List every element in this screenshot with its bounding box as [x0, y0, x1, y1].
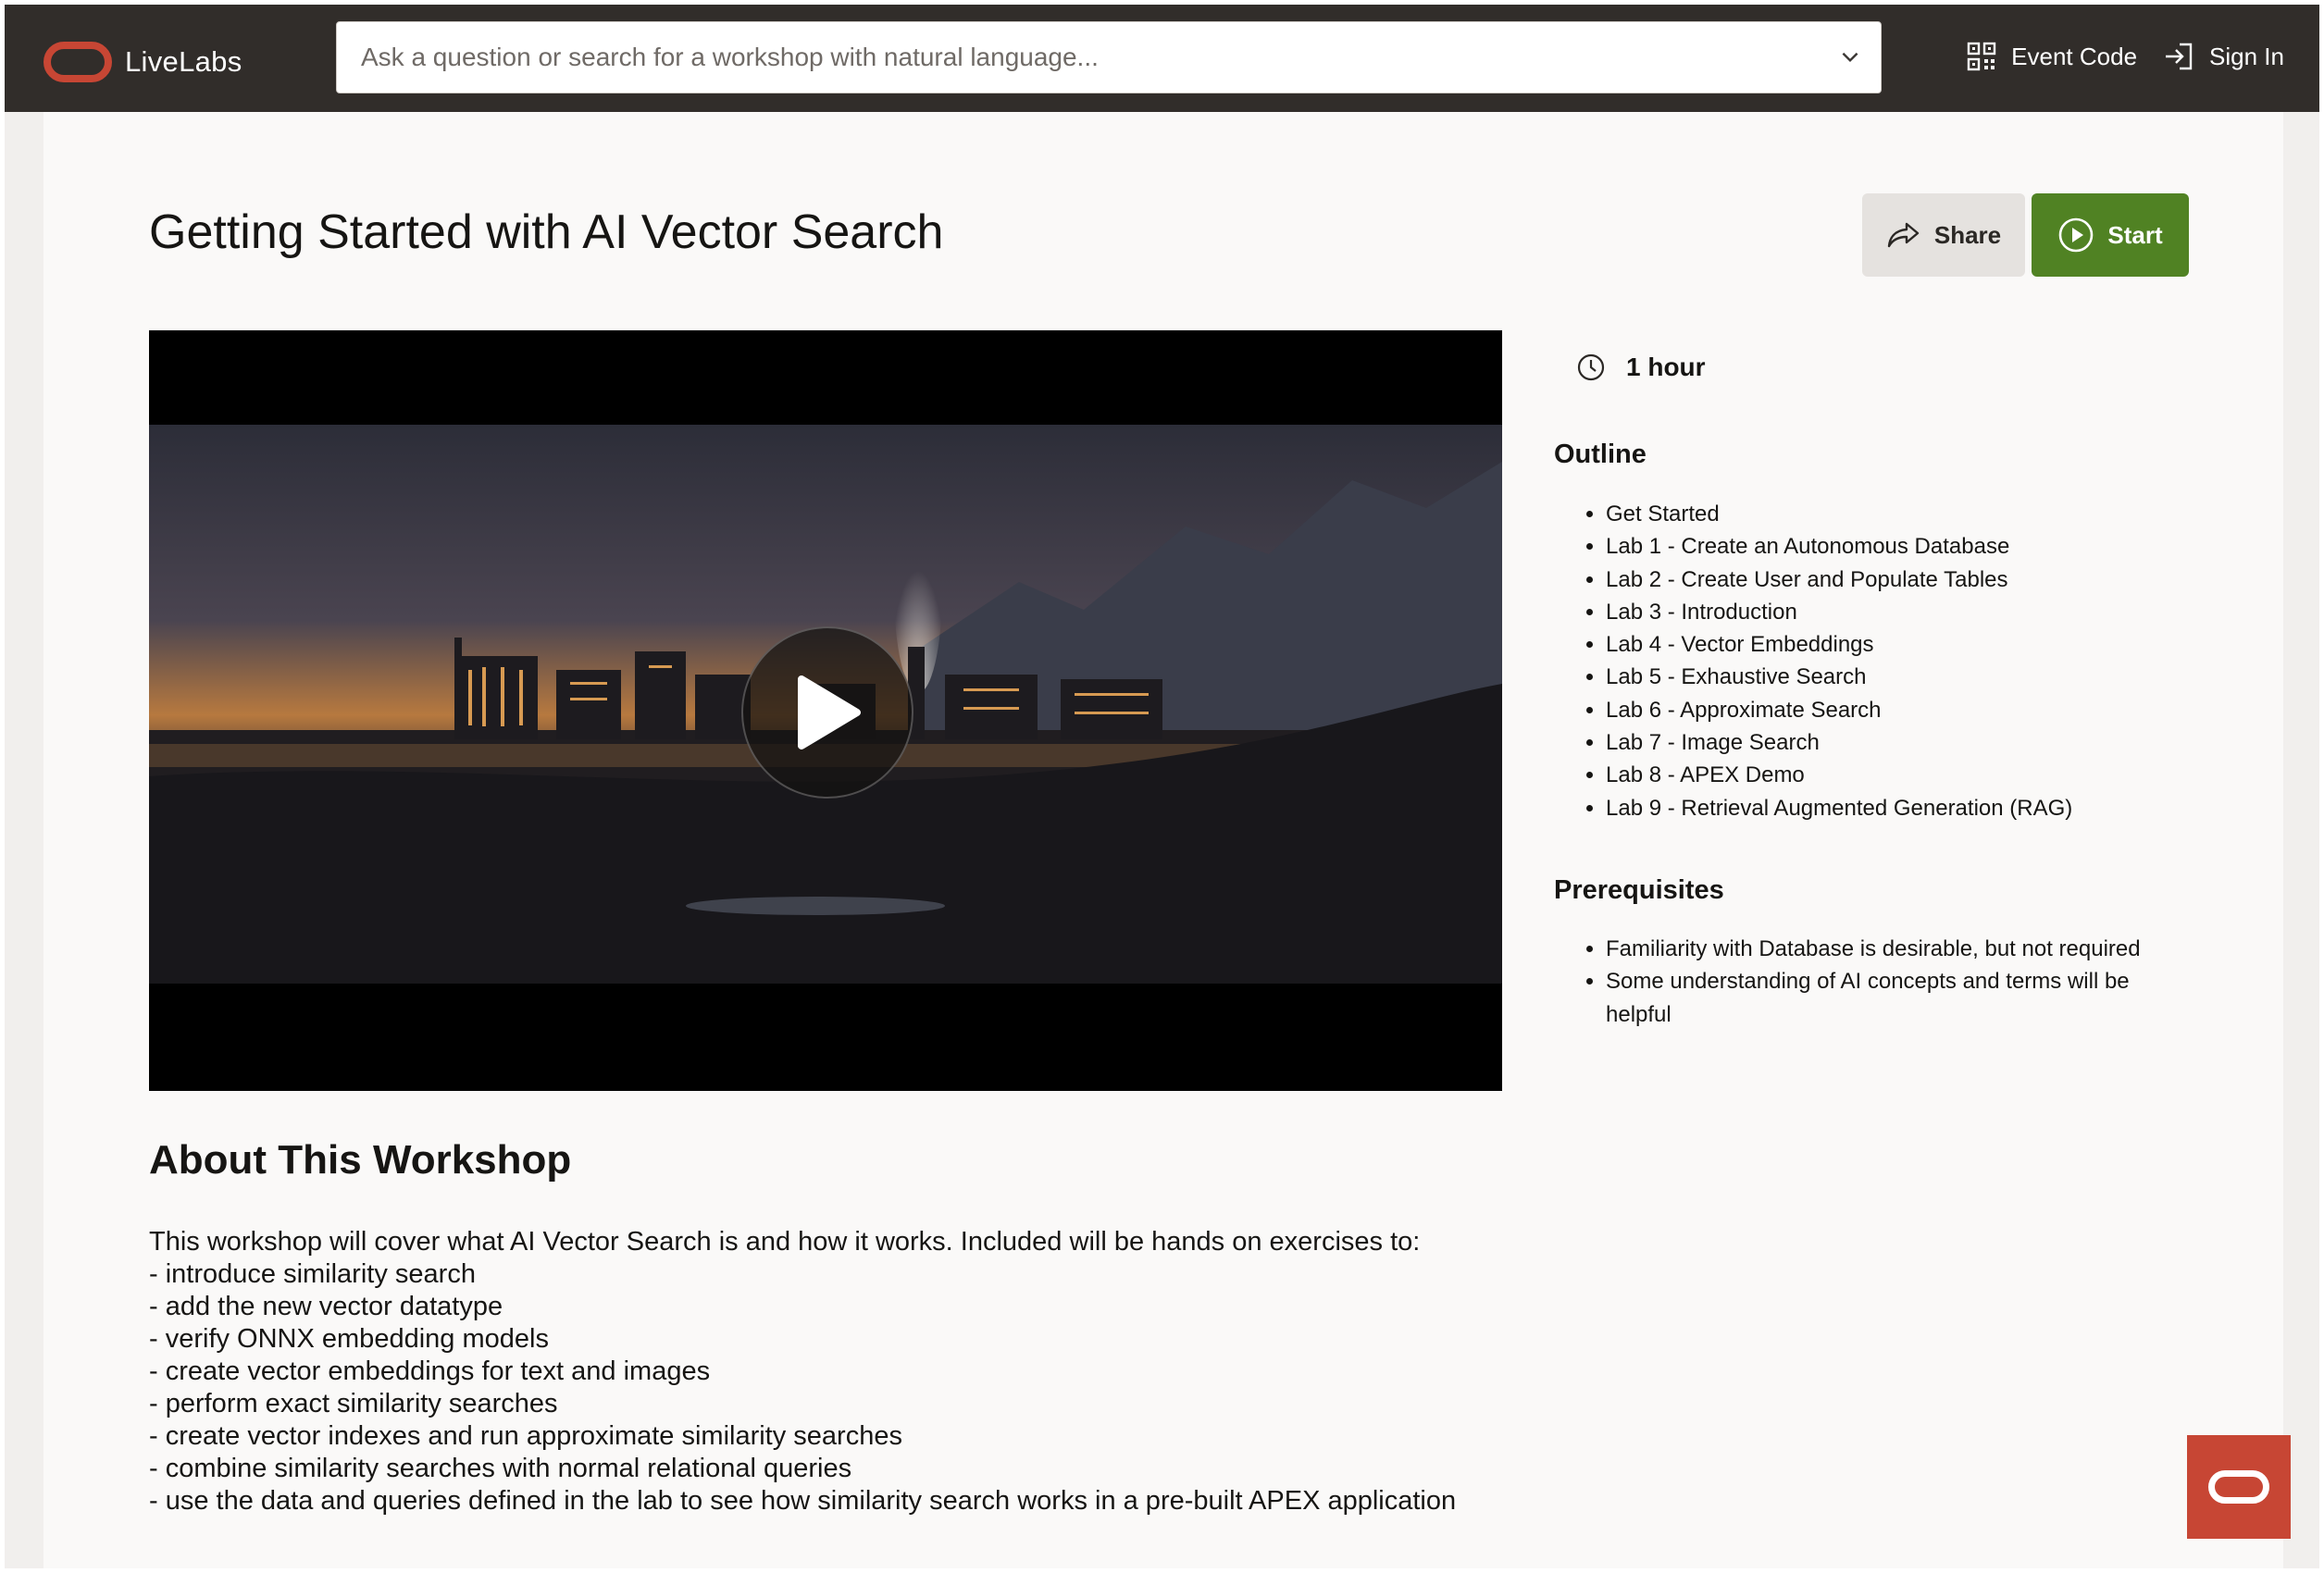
duration-value: 1 hour — [1626, 353, 1706, 381]
play-icon — [798, 675, 861, 749]
about-line: - add the new vector datatype — [149, 1292, 503, 1321]
about-heading: About This Workshop — [149, 1137, 572, 1183]
workshop-sidebar: 1 hour Outline Get Started Lab 1 - Creat… — [1554, 353, 2202, 1027]
outline-item: Lab 9 - Retrieval Augmented Generation (… — [1606, 792, 2072, 824]
prerequisites-heading: Prerequisites — [1554, 875, 1724, 905]
start-button[interactable]: Start — [2032, 193, 2189, 277]
prerequisites-list: Familiarity with Database is desirable, … — [1554, 933, 2161, 1031]
oracle-assistant-button[interactable] — [2187, 1435, 2291, 1539]
outline-item: Lab 4 - Vector Embeddings — [1606, 628, 2072, 661]
about-line: - combine similarity searches with norma… — [149, 1454, 852, 1483]
outline-item: Lab 3 - Introduction — [1606, 596, 2072, 628]
app-frame: LiveLabs Ask a question or search for a … — [5, 5, 2319, 1568]
share-button[interactable]: Share — [1862, 193, 2025, 277]
about-line: This workshop will cover what AI Vector … — [149, 1227, 1421, 1257]
workshop-content: Getting Started with AI Vector Search Sh… — [43, 112, 2283, 1568]
about-line: - create vector indexes and run approxim… — [149, 1421, 902, 1451]
search-box[interactable] — [336, 21, 1882, 93]
qr-code-icon — [1967, 42, 1996, 71]
top-bar: LiveLabs Ask a question or search for a … — [5, 5, 2319, 112]
about-line: - use the data and queries defined in th… — [149, 1486, 1457, 1516]
about-line: - introduce similarity search — [149, 1259, 476, 1289]
share-icon — [1887, 222, 1920, 248]
play-circle-icon — [2059, 217, 2094, 253]
sign-in-icon — [2166, 43, 2193, 70]
page-title: Getting Started with AI Vector Search — [149, 205, 944, 259]
outline-item: Lab 1 - Create an Autonomous Database — [1606, 530, 2072, 563]
intro-video-player[interactable] — [149, 330, 1502, 1091]
outline-item: Lab 7 - Image Search — [1606, 726, 2072, 759]
oracle-logo-icon — [43, 42, 112, 82]
about-line: - perform exact similarity searches — [149, 1389, 558, 1418]
brand-name: LiveLabs — [125, 45, 242, 78]
event-code-link[interactable]: Event Code — [1967, 42, 2137, 71]
outline-item: Get Started — [1606, 498, 2072, 530]
livelabs-logo[interactable]: LiveLabs — [43, 42, 242, 82]
clock-icon — [1577, 353, 1605, 381]
outline-list: Get Started Lab 1 - Create an Autonomous… — [1554, 498, 2072, 824]
about-line: - create vector embeddings for text and … — [149, 1356, 711, 1386]
chevron-down-icon[interactable] — [1838, 44, 1862, 68]
outline-item: Lab 8 - APEX Demo — [1606, 759, 2072, 791]
event-code-label: Event Code — [2011, 42, 2138, 70]
start-label: Start — [2107, 220, 2163, 249]
outline-item: Lab 5 - Exhaustive Search — [1606, 661, 2072, 693]
top-actions: Event Code Sign In — [1967, 42, 2284, 71]
share-label: Share — [1933, 220, 2002, 249]
oracle-logo-icon — [2208, 1470, 2269, 1504]
outline-heading: Outline — [1554, 440, 1647, 469]
sign-in-link[interactable]: Sign In — [2163, 42, 2284, 71]
prerequisite-item: Some understanding of AI concepts and te… — [1606, 965, 2161, 1031]
duration: 1 hour — [1576, 353, 2202, 382]
about-description: This workshop will cover what AI Vector … — [149, 1226, 1537, 1517]
about-line: - verify ONNX embedding models — [149, 1324, 549, 1354]
prerequisite-item: Familiarity with Database is desirable, … — [1606, 933, 2161, 965]
outline-item: Lab 6 - Approximate Search — [1606, 694, 2072, 726]
sign-in-label: Sign In — [2209, 42, 2284, 70]
play-button[interactable] — [741, 626, 913, 799]
search-input[interactable] — [337, 22, 1799, 93]
outline-item: Lab 2 - Create User and Populate Tables — [1606, 564, 2072, 596]
